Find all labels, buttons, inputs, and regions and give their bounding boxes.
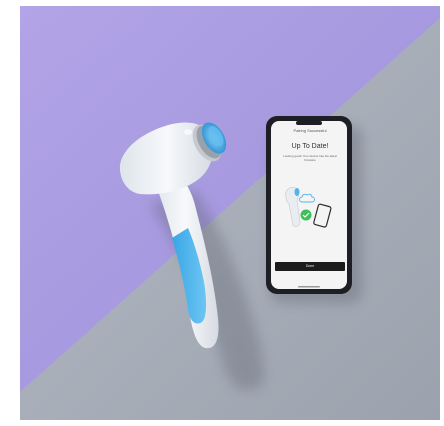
done-button[interactable]: Done (275, 262, 345, 271)
screen-subtitle: Looking good! Your device has the latest… (283, 154, 337, 162)
product-photo (0, 0, 444, 426)
phone-app-screen: Pairing Successful Up To Date! Looking g… (275, 128, 345, 276)
status-text: Pairing Successful (293, 128, 327, 133)
screen-title: Up To Date! (291, 143, 329, 150)
